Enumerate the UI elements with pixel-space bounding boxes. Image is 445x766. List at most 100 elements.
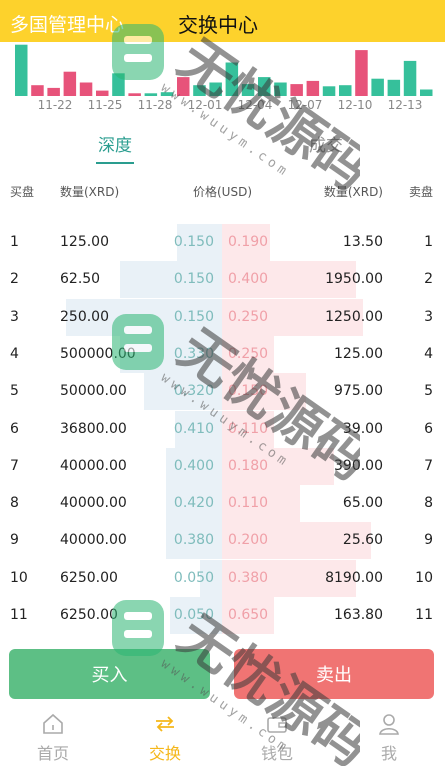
tab-depth[interactable]: 深度: [96, 131, 134, 164]
bid-price: 0.420: [173, 495, 214, 512]
ask-price: 0.150: [228, 383, 269, 400]
bid-price: 0.400: [173, 457, 214, 474]
chart-bar: [403, 60, 417, 96]
bid-quantity: 40000.00: [60, 495, 127, 512]
nav-item-wallet[interactable]: 钱包: [237, 710, 317, 766]
bid-price: 0.150: [173, 234, 214, 250]
chart-bar: [96, 90, 109, 96]
chart-bar: [371, 78, 384, 96]
bid-index: 4: [10, 345, 19, 362]
order-book-row[interactable]: 11 6250.00 0.050 0.650 163.80 11: [0, 597, 445, 634]
ask-price: 0.180: [228, 457, 269, 474]
bid-index: 7: [10, 457, 19, 474]
ask-quantity: 25.60: [342, 532, 383, 549]
ask-price: 0.250: [228, 345, 269, 362]
price-history-chart: [15, 44, 433, 96]
order-book-row[interactable]: 4 500000.00 0.330 0.250 125.00 4: [0, 335, 445, 373]
ask-price: 0.250: [228, 308, 269, 325]
ask-index: 9: [424, 532, 433, 549]
bid-quantity: 250.00: [60, 308, 109, 325]
ask-index: 1: [424, 234, 433, 250]
nav-item-home[interactable]: 首页: [13, 710, 93, 766]
bid-quantity: 40000.00: [60, 532, 127, 549]
bid-index: 5: [10, 383, 19, 400]
ask-index: 8: [424, 495, 433, 512]
header-bid-qty: 数量(XRD): [60, 185, 120, 199]
ask-quantity: 163.80: [334, 607, 383, 623]
chart-bar: [420, 89, 433, 96]
nav-item-profile[interactable]: 我: [349, 710, 429, 766]
order-book-row[interactable]: 2 62.50 0.150 0.400 1950.00 2: [0, 261, 445, 299]
bid-price: 0.410: [173, 420, 214, 437]
nav-label-exchange: 交换: [148, 744, 181, 763]
ask-price: 0.110: [228, 420, 269, 437]
order-book-row[interactable]: 5 50000.00 0.320 0.150 975.00 5: [0, 373, 445, 411]
sell-button[interactable]: 卖出: [234, 649, 434, 699]
bid-price: 0.050: [173, 569, 214, 586]
chart-bar: [258, 77, 271, 96]
date-label: 12-01: [187, 98, 223, 112]
ask-index: 2: [424, 271, 433, 288]
nav-label-profile: 我: [380, 744, 397, 763]
chart-bar: [112, 73, 125, 96]
home-icon: [43, 713, 63, 734]
ask-quantity: 13.50: [342, 234, 383, 250]
bid-index: 1: [10, 234, 19, 250]
date-label: 12-04: [237, 98, 273, 112]
ask-quantity: 975.00: [334, 383, 383, 400]
ask-index: 3: [424, 308, 433, 325]
ask-price: 0.110: [228, 495, 269, 512]
chart-bar: [339, 85, 352, 96]
user-icon: [379, 714, 399, 735]
bid-quantity: 6250.00: [60, 607, 118, 623]
chart-bar: [193, 85, 206, 96]
ask-price: 0.400: [228, 271, 269, 288]
order-book-row[interactable]: 9 40000.00 0.380 0.200 25.60 9: [0, 522, 445, 560]
page-title: 交换中心: [178, 13, 258, 37]
bid-price: 0.320: [173, 383, 214, 400]
bid-quantity: 40000.00: [60, 457, 127, 474]
chart-bar: [306, 80, 320, 96]
order-book-row[interactable]: 6 36800.00 0.410 0.110 39.00 6: [0, 410, 445, 448]
order-book-row[interactable]: 8 40000.00 0.420 0.110 65.00 8: [0, 485, 445, 523]
ask-quantity: 65.00: [342, 495, 383, 512]
app-title[interactable]: 多国管理中心: [10, 10, 124, 37]
ask-index: 7: [424, 457, 433, 474]
chart-bar: [128, 93, 141, 96]
exchange-icon: [156, 716, 174, 732]
chart-bar: [79, 82, 93, 96]
header-buy: 买盘: [10, 185, 35, 199]
date-label: 12-13: [387, 98, 423, 112]
ask-quantity: 390.00: [334, 457, 383, 474]
order-book-header: 买盘 数量(XRD) 价格(USD) 数量(XRD) 卖盘: [0, 183, 445, 201]
chart-bar: [177, 77, 190, 96]
ask-index: 6: [424, 420, 433, 437]
header-ask-qty: 数量(XRD): [323, 185, 383, 199]
ask-price: 0.190: [228, 234, 269, 250]
ask-quantity: 8190.00: [325, 569, 383, 586]
date-label: 11-25: [87, 98, 123, 112]
order-book-row[interactable]: 7 40000.00 0.400 0.180 390.00 7: [0, 447, 445, 485]
chart-bar: [144, 93, 158, 96]
date-label: 12-07: [287, 98, 323, 112]
nav-item-exchange[interactable]: 交换: [125, 710, 205, 766]
chart-bar: [355, 50, 368, 96]
bid-quantity: 36800.00: [60, 420, 127, 437]
chart-bar: [47, 87, 60, 96]
ask-index: 5: [424, 383, 433, 400]
date-label: 12-10: [337, 98, 373, 112]
order-book-row[interactable]: 10 6250.00 0.050 0.380 8190.00 10: [0, 559, 445, 597]
bid-quantity: 62.50: [60, 271, 101, 288]
chart-bar: [387, 79, 401, 96]
tab-trades[interactable]: 成交: [307, 131, 345, 162]
ask-quantity: 1250.00: [325, 308, 383, 325]
order-book-row[interactable]: 1 125.00 0.150 0.190 13.50 1: [0, 224, 445, 261]
ask-quantity: 39.00: [342, 420, 383, 437]
bid-index: 2: [10, 271, 19, 288]
chart-bar: [322, 86, 336, 96]
bid-quantity: 50000.00: [60, 383, 127, 400]
book-tabs: 深度 成交: [0, 131, 445, 171]
order-book-row[interactable]: 3 250.00 0.150 0.250 1250.00 3: [0, 298, 445, 336]
bid-quantity: 500000.00: [60, 345, 136, 362]
buy-button[interactable]: 买入: [9, 649, 210, 699]
